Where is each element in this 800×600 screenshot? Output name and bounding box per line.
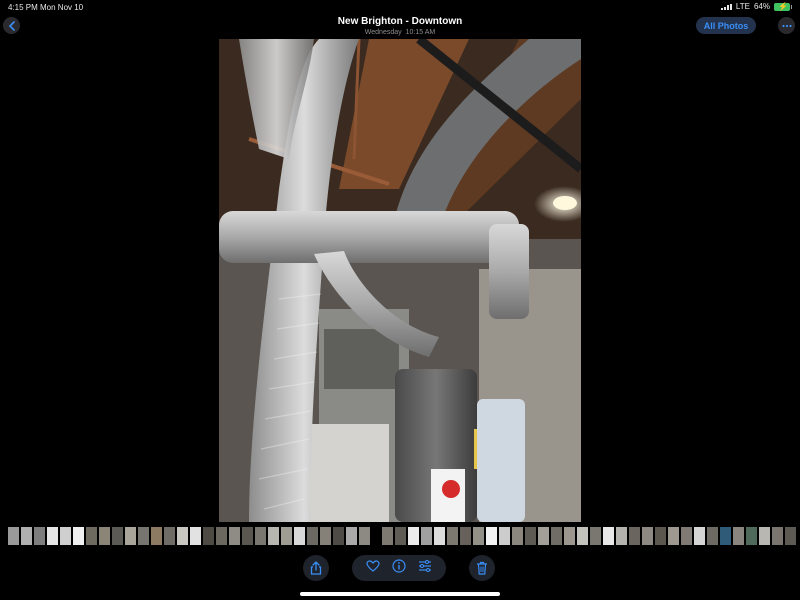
ellipsis-icon xyxy=(781,24,792,27)
photo-thumbnail[interactable] xyxy=(590,527,601,545)
photo-thumbnail[interactable] xyxy=(668,527,679,545)
charging-bolt-icon: ⚡ xyxy=(778,1,788,11)
photo-thumbnail[interactable] xyxy=(73,527,84,545)
photo-time: 10:15 AM xyxy=(405,29,436,36)
photo-thumbnail[interactable] xyxy=(460,527,471,545)
photo-thumbnail[interactable] xyxy=(346,527,357,545)
photo-thumbnail[interactable] xyxy=(60,527,71,545)
photo-thumbnail[interactable] xyxy=(421,527,432,545)
network-type: LTE xyxy=(735,2,750,11)
photo-thumbnail[interactable] xyxy=(434,527,445,545)
photo-thumbnail[interactable] xyxy=(307,527,318,545)
photo-thumbnail[interactable] xyxy=(538,527,549,545)
all-photos-button[interactable]: All Photos xyxy=(696,17,756,34)
photo-day: Wednesday xyxy=(364,29,402,36)
photo-thumbnail[interactable] xyxy=(447,527,458,545)
photo-thumbnail[interactable] xyxy=(499,527,510,545)
photo-actions-group xyxy=(352,555,446,581)
photo-thumbnail[interactable] xyxy=(138,527,149,545)
chevron-left-icon xyxy=(8,20,15,31)
photo-thumbnail[interactable] xyxy=(733,527,744,545)
thumbnail-strip[interactable] xyxy=(8,527,796,545)
photo-thumbnail[interactable] xyxy=(86,527,97,545)
photo-thumbnail[interactable] xyxy=(333,527,344,545)
photo-thumbnail[interactable] xyxy=(642,527,653,545)
photo-thumbnail[interactable] xyxy=(382,527,393,545)
photo-thumbnail[interactable] xyxy=(229,527,240,545)
photo-thumbnail[interactable] xyxy=(125,527,136,545)
main-photo[interactable] xyxy=(219,39,581,522)
photo-thumbnail[interactable] xyxy=(255,527,266,545)
info-icon xyxy=(392,558,406,573)
photo-thumbnail[interactable] xyxy=(785,527,796,545)
photo-thumbnail[interactable] xyxy=(694,527,705,545)
status-time: 4:15 PM xyxy=(8,3,38,12)
photo-thumbnail[interactable] xyxy=(408,527,419,545)
status-indicators: LTE 64% ⚡ xyxy=(720,1,792,11)
photo-thumbnail[interactable] xyxy=(707,527,718,545)
heart-icon xyxy=(366,560,380,572)
photo-thumbnail[interactable] xyxy=(164,527,175,545)
edit-adjust-button[interactable] xyxy=(418,559,432,577)
share-icon xyxy=(310,561,322,575)
photo-thumbnail[interactable] xyxy=(177,527,188,545)
photo-thumbnail[interactable] xyxy=(564,527,575,545)
status-bar: 4:15 PM Mon Nov 10 LTE 64% ⚡ xyxy=(0,0,800,14)
status-date: Mon Nov 10 xyxy=(40,3,84,12)
photo-thumbnail[interactable] xyxy=(34,527,45,545)
photo-thumbnail[interactable] xyxy=(281,527,292,545)
photo-thumbnail[interactable] xyxy=(720,527,731,545)
photo-thumbnail[interactable] xyxy=(268,527,279,545)
info-button[interactable] xyxy=(392,558,406,578)
sliders-icon xyxy=(419,560,431,572)
photo-thumbnail[interactable] xyxy=(629,527,640,545)
photo-thumbnail[interactable] xyxy=(603,527,614,545)
photo-location-title: New Brighton - Downtown xyxy=(337,16,463,27)
photo-thumbnail[interactable] xyxy=(473,527,484,545)
more-options-button[interactable] xyxy=(778,17,795,34)
photo-thumbnail[interactable] xyxy=(203,527,214,545)
photo-thumbnail[interactable] xyxy=(486,527,497,545)
photo-thumbnail[interactable] xyxy=(99,527,110,545)
basement-furnace-ductwork-photo xyxy=(219,39,581,522)
photo-timestamp: Wednesday 10:15 AM xyxy=(250,29,550,36)
photo-thumbnail[interactable] xyxy=(395,527,406,545)
photo-thumbnail[interactable] xyxy=(21,527,32,545)
photo-thumbnail[interactable] xyxy=(190,527,201,545)
photo-thumbnail[interactable] xyxy=(8,527,19,545)
photo-thumbnail[interactable] xyxy=(242,527,253,545)
photo-thumbnail[interactable] xyxy=(320,527,331,545)
thumbnail-gap xyxy=(372,527,380,545)
photo-thumbnail[interactable] xyxy=(577,527,588,545)
photo-thumbnail[interactable] xyxy=(151,527,162,545)
photo-thumbnail[interactable] xyxy=(681,527,692,545)
photo-thumbnail[interactable] xyxy=(216,527,227,545)
photo-thumbnail[interactable] xyxy=(294,527,305,545)
photo-thumbnail[interactable] xyxy=(359,527,370,545)
trash-icon xyxy=(477,561,487,575)
home-indicator[interactable] xyxy=(300,592,500,596)
battery-percent: 64% xyxy=(753,2,770,11)
share-button[interactable] xyxy=(303,555,329,581)
photo-thumbnail[interactable] xyxy=(512,527,523,545)
photo-thumbnail[interactable] xyxy=(759,527,770,545)
cellular-signal-icon xyxy=(720,3,732,10)
photo-thumbnail[interactable] xyxy=(746,527,757,545)
photo-thumbnail[interactable] xyxy=(112,527,123,545)
photo-thumbnail[interactable] xyxy=(655,527,666,545)
delete-button[interactable] xyxy=(469,555,495,581)
battery-icon: ⚡ xyxy=(774,1,792,11)
photo-thumbnail[interactable] xyxy=(616,527,627,545)
photo-thumbnail[interactable] xyxy=(47,527,58,545)
photo-thumbnail[interactable] xyxy=(772,527,783,545)
back-button[interactable] xyxy=(3,17,20,34)
photo-thumbnail[interactable] xyxy=(525,527,536,545)
favorite-button[interactable] xyxy=(366,559,380,577)
photo-title-block: New Brighton - Downtown Wednesday 10:15 A… xyxy=(250,16,550,36)
photo-thumbnail[interactable] xyxy=(551,527,562,545)
